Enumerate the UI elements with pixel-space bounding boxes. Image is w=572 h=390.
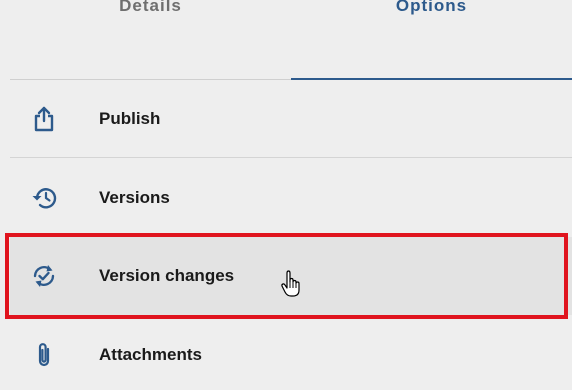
option-versions[interactable]: Versions xyxy=(10,159,572,237)
tab-bar: Details Options xyxy=(10,0,572,80)
option-version-changes-label: Version changes xyxy=(99,266,235,285)
option-attachments-label: Attachments xyxy=(99,345,202,364)
option-attachments[interactable]: Attachments xyxy=(10,316,572,390)
history-icon xyxy=(30,184,58,212)
hand-pointer-cursor-icon xyxy=(280,270,302,298)
tab-details[interactable]: Details xyxy=(10,0,291,80)
publish-icon xyxy=(30,105,58,133)
option-publish-label: Publish xyxy=(99,108,161,128)
paperclip-icon xyxy=(30,341,58,369)
sync-check-icon xyxy=(30,262,58,290)
options-panel: Details Options Publish Versions Version… xyxy=(0,0,572,390)
option-versions-label: Versions xyxy=(99,188,170,207)
tab-details-label: Details xyxy=(119,0,182,15)
tab-options[interactable]: Options xyxy=(291,0,572,80)
option-publish[interactable]: Publish xyxy=(10,80,572,158)
tab-options-label: Options xyxy=(395,0,468,15)
